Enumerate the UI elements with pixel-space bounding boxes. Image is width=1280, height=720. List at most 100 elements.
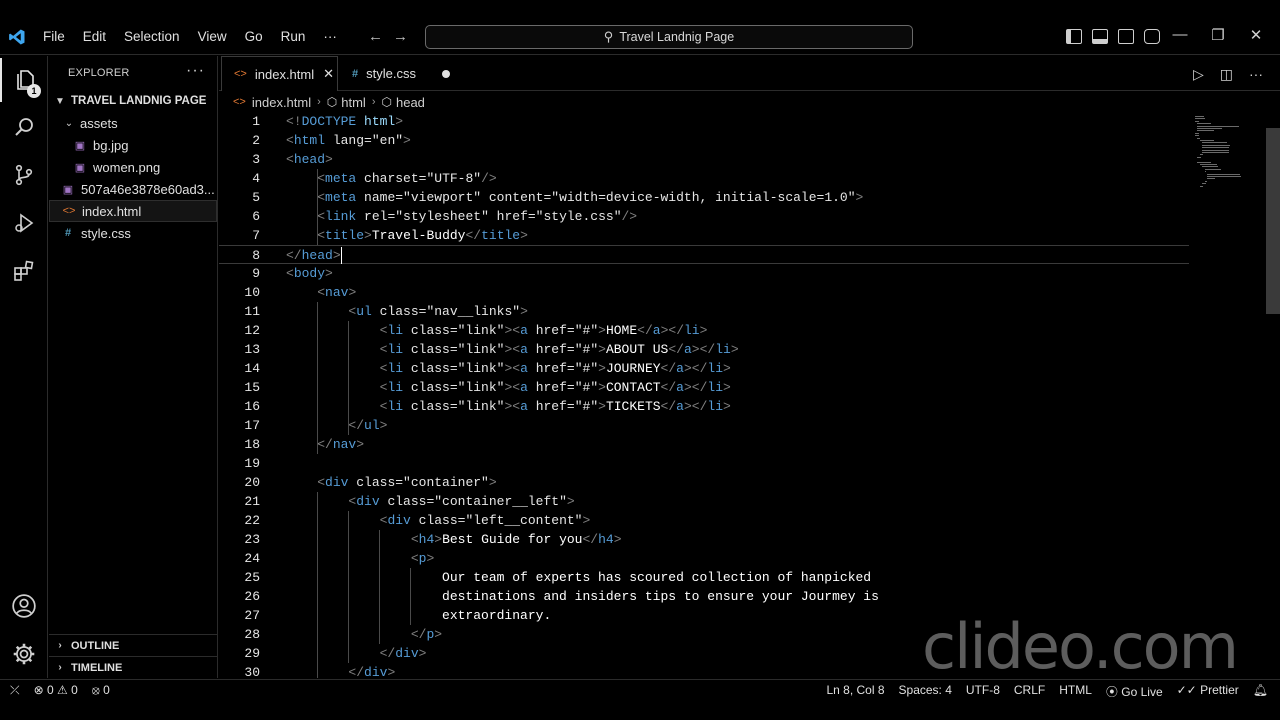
code-line[interactable]: 22 <div class="left__content"> bbox=[219, 511, 1189, 530]
code-text: <li class="link"><a href="#">CONTACT</a>… bbox=[379, 380, 731, 395]
toggle-secondary-sidebar-icon[interactable] bbox=[1118, 29, 1134, 44]
outline-section[interactable]: › OUTLINE bbox=[49, 634, 217, 656]
menu-selection[interactable]: Selection bbox=[115, 29, 189, 45]
language-mode[interactable]: HTML bbox=[1059, 683, 1092, 700]
code-line[interactable]: 7 <title>Travel-Buddy</title> bbox=[219, 226, 1189, 245]
customize-layout-icon[interactable] bbox=[1144, 29, 1160, 44]
tab-style-css[interactable]: # style.css bbox=[340, 56, 465, 91]
breadcrumb-html[interactable]: html bbox=[341, 95, 366, 110]
minimap-line bbox=[1199, 164, 1218, 165]
code-line[interactable]: 6 <link rel="stylesheet" href="style.css… bbox=[219, 207, 1189, 226]
tree-file-style-css[interactable]: # style.css bbox=[49, 222, 217, 244]
encoding[interactable]: UTF-8 bbox=[966, 683, 1000, 700]
code-text: <nav> bbox=[317, 285, 357, 300]
command-center-search[interactable]: ⚲ Travel Landnig Page bbox=[425, 25, 913, 49]
timeline-section[interactable]: › TIMELINE bbox=[49, 656, 217, 678]
code-line[interactable]: 16 <li class="link"><a href="#">TICKETS<… bbox=[219, 397, 1189, 416]
close-window-icon[interactable]: ✕ bbox=[1248, 26, 1264, 44]
minimap[interactable] bbox=[1191, 112, 1266, 192]
code-line[interactable]: 25 Our team of experts has scoured colle… bbox=[219, 568, 1189, 587]
code-line[interactable]: 13 <li class="link"><a href="#">ABOUT US… bbox=[219, 340, 1189, 359]
menu-go[interactable]: Go bbox=[236, 29, 272, 45]
breadcrumb-file[interactable]: index.html bbox=[252, 95, 311, 110]
extensions-activity[interactable] bbox=[0, 249, 48, 293]
minimap-line bbox=[1195, 135, 1199, 137]
code-line[interactable]: 19 bbox=[219, 454, 1189, 473]
code-line[interactable]: 1 <!DOCTYPE html> bbox=[219, 112, 1189, 131]
menu-more[interactable]: ··· bbox=[314, 29, 346, 45]
cursor-position[interactable]: Ln 8, Col 8 bbox=[826, 683, 884, 700]
line-number: 15 bbox=[244, 380, 260, 395]
explorer-more-icon[interactable]: ··· bbox=[186, 62, 205, 80]
manage-activity[interactable] bbox=[0, 632, 48, 676]
tree-folder-assets[interactable]: ⌄ assets bbox=[49, 112, 217, 134]
code-line[interactable]: 8 </head> bbox=[219, 245, 1189, 264]
run-icon[interactable]: ▷ bbox=[1193, 66, 1204, 83]
code-line[interactable]: 10 <nav> bbox=[219, 283, 1189, 302]
code-line[interactable]: 26 destinations and insiders tips to ens… bbox=[219, 587, 1189, 606]
vertical-scrollbar[interactable] bbox=[1266, 128, 1280, 314]
menu-edit[interactable]: Edit bbox=[74, 29, 115, 45]
line-number: 22 bbox=[244, 513, 260, 528]
close-tab-icon[interactable]: ✕ bbox=[323, 66, 334, 82]
code-line[interactable]: 24 <p> bbox=[219, 549, 1189, 568]
problems-indicator[interactable]: ⊗ 0 ⚠ 0 bbox=[34, 683, 78, 698]
code-line[interactable]: 20 <div class="container"> bbox=[219, 473, 1189, 492]
indentation[interactable]: Spaces: 4 bbox=[899, 683, 952, 700]
menu-file[interactable]: File bbox=[34, 29, 74, 45]
minimap-line bbox=[1202, 147, 1230, 149]
code-line[interactable]: 3 <head> bbox=[219, 150, 1189, 169]
line-ending[interactable]: CRLF bbox=[1014, 683, 1045, 700]
tree-file-image[interactable]: ▣ 507a46e3878e60ad3... bbox=[49, 178, 217, 200]
code-line[interactable]: 17 </ul> bbox=[219, 416, 1189, 435]
tree-file-bg[interactable]: ▣ bg.jpg bbox=[49, 134, 217, 156]
explorer-activity[interactable]: 1 bbox=[0, 58, 48, 102]
code-line[interactable]: 12 <li class="link"><a href="#">HOME</a>… bbox=[219, 321, 1189, 340]
html-file-icon: <> bbox=[234, 68, 247, 80]
prettier-button[interactable]: ✓✓ Prettier bbox=[1177, 683, 1239, 700]
ports-indicator[interactable]: ⦻ 0 bbox=[92, 683, 110, 698]
remote-icon[interactable]: ⤫ bbox=[10, 683, 20, 698]
split-editor-icon[interactable]: ◫ bbox=[1220, 66, 1233, 83]
forward-arrow-icon[interactable]: → bbox=[393, 28, 408, 45]
chevron-down-icon: ▼ bbox=[55, 95, 65, 107]
minimap-line bbox=[1197, 128, 1222, 129]
code-text: <link rel="stylesheet" href="style.css"/… bbox=[317, 209, 638, 224]
code-line[interactable]: 2 <html lang="en"> bbox=[219, 131, 1189, 150]
more-actions-icon[interactable]: ··· bbox=[1249, 66, 1263, 83]
window-controls: — ❐ ✕ bbox=[1172, 26, 1264, 44]
source-control-activity[interactable] bbox=[0, 153, 48, 197]
code-line[interactable]: 4 <meta charset="UTF-8"/> bbox=[219, 169, 1189, 188]
extensions-icon bbox=[14, 260, 34, 281]
tab-index-html[interactable]: <> index.html ✕ bbox=[221, 56, 338, 91]
code-line[interactable]: 9 <body> bbox=[219, 264, 1189, 283]
tree-file-women[interactable]: ▣ women.png bbox=[49, 156, 217, 178]
run-debug-activity[interactable] bbox=[0, 201, 48, 245]
code-line[interactable]: 18 </nav> bbox=[219, 435, 1189, 454]
code-line[interactable]: 5 <meta name="viewport" content="width=d… bbox=[219, 188, 1189, 207]
notifications-icon[interactable]: 🔔︎ bbox=[1253, 683, 1268, 700]
menu-run[interactable]: Run bbox=[272, 29, 315, 45]
back-arrow-icon[interactable]: ← bbox=[368, 28, 383, 45]
code-line[interactable]: 21 <div class="container__left"> bbox=[219, 492, 1189, 511]
menu-view[interactable]: View bbox=[189, 29, 236, 45]
code-line[interactable]: 11 <ul class="nav__links"> bbox=[219, 302, 1189, 321]
warning-icon: ⚠ bbox=[57, 683, 68, 697]
code-line[interactable]: 23 <h4>Best Guide for you</h4> bbox=[219, 530, 1189, 549]
code-editor[interactable]: 1 <!DOCTYPE html> 2 <html lang="en"> 3 <head>… bbox=[219, 112, 1191, 678]
code-line[interactable]: 15 <li class="link"><a href="#">CONTACT<… bbox=[219, 378, 1189, 397]
search-activity[interactable] bbox=[0, 105, 48, 149]
code-text: <title>Travel-Buddy</title> bbox=[317, 228, 528, 243]
tree-file-index-html[interactable]: <> index.html bbox=[49, 200, 217, 222]
project-folder[interactable]: ▼ TRAVEL LANDNIG PAGE bbox=[49, 90, 217, 112]
accounts-activity[interactable] bbox=[0, 584, 48, 628]
restore-icon[interactable]: ❐ bbox=[1210, 26, 1226, 44]
breadcrumb-head[interactable]: head bbox=[396, 95, 425, 110]
toggle-panel-icon[interactable] bbox=[1092, 29, 1108, 44]
toggle-primary-sidebar-icon[interactable] bbox=[1066, 29, 1082, 44]
minimize-icon[interactable]: — bbox=[1172, 26, 1188, 44]
minimap-line bbox=[1199, 185, 1204, 187]
code-line[interactable]: 14 <li class="link"><a href="#">JOURNEY<… bbox=[219, 359, 1189, 378]
go-live-button[interactable]: ⦿ Go Live bbox=[1106, 683, 1163, 700]
unsaved-dot-icon[interactable] bbox=[441, 69, 450, 78]
